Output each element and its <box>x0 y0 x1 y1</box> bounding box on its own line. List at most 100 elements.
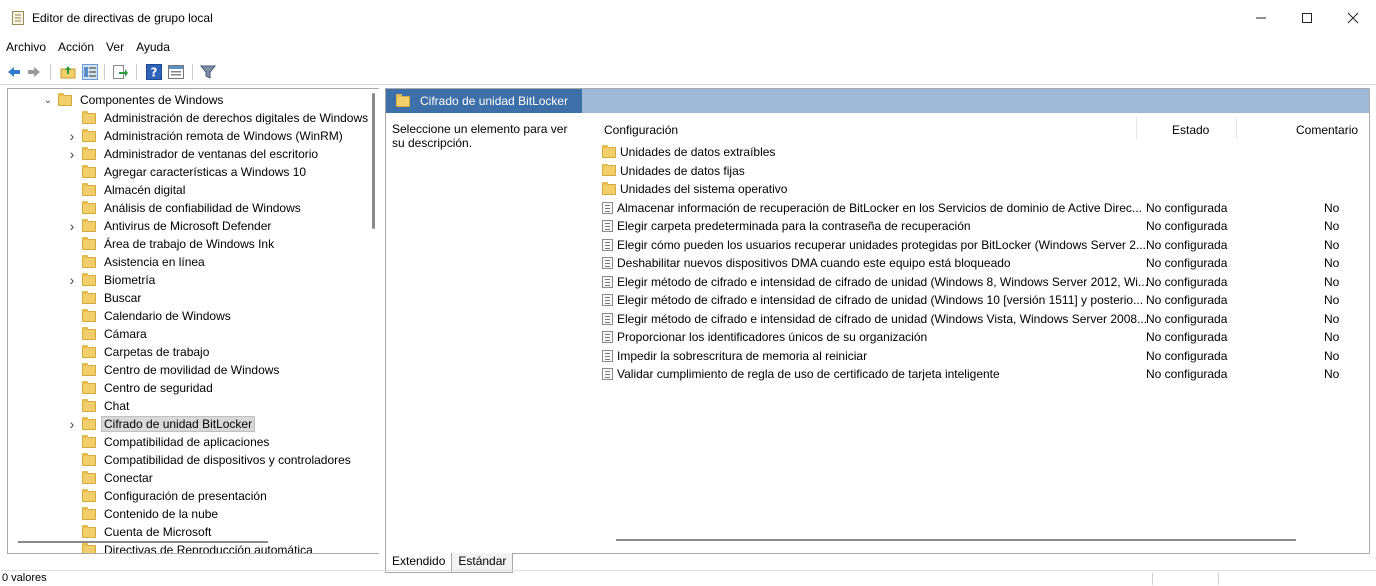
gpedit-app-icon <box>12 11 24 25</box>
details-header-title: Cifrado de unidad BitLocker <box>386 89 582 113</box>
setting-name: Almacenar información de recuperación de… <box>617 200 1142 215</box>
close-button[interactable] <box>1330 0 1376 36</box>
setting-state: No configurada <box>1146 348 1228 363</box>
minimize-button[interactable] <box>1238 0 1284 36</box>
chevron-right-icon[interactable]: › <box>66 416 78 432</box>
menu-ver[interactable]: Ver <box>100 38 130 58</box>
setting-comment: No <box>1324 256 1340 270</box>
column-header-setting[interactable]: Configuración <box>604 123 678 137</box>
setting-state: No configurada <box>1146 200 1228 215</box>
tree-item[interactable]: Conectar <box>66 469 155 487</box>
setting-row[interactable]: Elegir método de cifrado e intensidad de… <box>602 273 1368 291</box>
setting-row[interactable]: Deshabilitar nuevos dispositivos DMA cua… <box>602 254 1368 272</box>
setting-row[interactable]: Elegir método de cifrado e intensidad de… <box>602 291 1368 309</box>
horizontal-scrollbar[interactable] <box>616 539 1296 541</box>
setting-row[interactable]: Proporcionar los identificadores únicos … <box>602 328 1368 346</box>
chevron-right-icon[interactable]: › <box>66 218 78 234</box>
tree-item-label: Calendario de Windows <box>104 309 231 323</box>
tree-item-label: Antivirus de Microsoft Defender <box>104 219 272 233</box>
folder-icon <box>82 290 96 304</box>
tree-item[interactable]: Buscar <box>66 289 143 307</box>
status-text: 0 valores <box>2 572 47 584</box>
tree-item[interactable]: › Administración remota de Windows (WinRM… <box>66 127 345 145</box>
menu-ayuda[interactable]: Ayuda <box>130 38 176 58</box>
tree-item[interactable]: Asistencia en línea <box>66 253 207 271</box>
window-title: Editor de directivas de grupo local <box>32 11 213 25</box>
folder-icon <box>82 272 96 286</box>
export-list-icon[interactable] <box>112 64 128 80</box>
tree-item[interactable]: Compatibilidad de dispositivos y control… <box>66 451 353 469</box>
tree-item[interactable]: › Antivirus de Microsoft Defender <box>66 217 273 235</box>
folder-row[interactable]: Unidades del sistema operativo <box>602 180 1368 198</box>
menu-archivo[interactable]: Archivo <box>0 38 52 58</box>
tree-item[interactable]: Calendario de Windows <box>66 307 233 325</box>
setting-name: Validar cumplimiento de regla de uso de … <box>617 367 1000 381</box>
tree-item[interactable]: Centro de seguridad <box>66 379 215 397</box>
maximize-button[interactable] <box>1284 0 1330 36</box>
tree-item[interactable]: Cámara <box>66 325 149 343</box>
tree-item-label: Compatibilidad de aplicaciones <box>104 435 270 449</box>
folder-icon <box>82 434 96 448</box>
policy-setting-icon <box>602 201 613 214</box>
folder-icon <box>82 200 96 214</box>
vertical-scrollbar[interactable] <box>372 93 375 229</box>
chevron-right-icon[interactable]: › <box>66 128 78 144</box>
setting-row[interactable]: Almacenar información de recuperación de… <box>602 199 1368 217</box>
column-header-comment[interactable]: Comentario <box>1296 123 1358 137</box>
setting-row-name: Elegir método de cifrado e intensidad de… <box>602 275 1148 289</box>
tree-item[interactable]: › Cifrado de unidad BitLocker <box>66 415 256 433</box>
menu-accion[interactable]: Acción <box>52 38 100 58</box>
tree-item[interactable]: Chat <box>66 397 131 415</box>
show-hide-tree-icon[interactable] <box>82 64 98 80</box>
folder-icon <box>82 470 96 484</box>
back-arrow-icon[interactable] <box>6 64 22 80</box>
tree-item[interactable]: Contenido de la nube <box>66 505 220 523</box>
setting-state: No configurada <box>1146 293 1228 307</box>
folder-row[interactable]: Unidades de datos extraíbles <box>602 143 1368 161</box>
folder-icon <box>82 254 96 268</box>
setting-row[interactable]: Validar cumplimiento de regla de uso de … <box>602 365 1368 383</box>
tree-item[interactable]: Carpetas de trabajo <box>66 343 211 361</box>
tree-item[interactable]: Centro de movilidad de Windows <box>66 361 281 379</box>
setting-row-name: Proporcionar los identificadores únicos … <box>602 330 927 344</box>
tree-item-label: Administración remota de Windows (WinRM) <box>104 129 343 143</box>
setting-row[interactable]: Impedir la sobrescritura de memoria al r… <box>602 347 1368 365</box>
up-folder-icon[interactable] <box>60 64 76 80</box>
status-divider <box>1152 573 1153 585</box>
svg-text:?: ? <box>151 66 158 80</box>
column-divider[interactable] <box>1236 117 1237 139</box>
menu-bar: Archivo Acción Ver Ayuda <box>0 38 1376 58</box>
help-icon[interactable]: ? <box>146 64 162 80</box>
chevron-down-icon[interactable]: ⌄ <box>42 95 54 106</box>
tree-item[interactable]: Análisis de confiabilidad de Windows <box>66 199 303 217</box>
setting-row[interactable]: Elegir cómo pueden los usuarios recupera… <box>602 236 1368 254</box>
setting-comment: No <box>1324 348 1340 363</box>
setting-row[interactable]: Elegir carpeta predeterminada para la co… <box>602 217 1368 235</box>
toolbar-separator <box>136 64 137 80</box>
tree-item-label: Administración de derechos digitales de … <box>104 111 369 125</box>
tree-item[interactable]: Almacén digital <box>66 181 187 199</box>
tree-item[interactable]: Cuenta de Microsoft <box>66 523 213 541</box>
tree-item[interactable]: Compatibilidad de aplicaciones <box>66 433 271 451</box>
column-divider[interactable] <box>1136 117 1137 139</box>
tree-item[interactable]: › Administrador de ventanas del escritori… <box>66 145 320 163</box>
tree-item-label: Centro de seguridad <box>104 381 213 395</box>
tree-item[interactable]: › Biometría <box>66 271 157 289</box>
setting-state: No configurada <box>1146 311 1228 326</box>
tree-item[interactable]: ⌄ Componentes de Windows <box>42 91 225 109</box>
filter-icon[interactable] <box>200 64 216 80</box>
tree-item[interactable]: Configuración de presentación <box>66 487 269 505</box>
chevron-right-icon[interactable]: › <box>66 272 78 288</box>
policy-setting-icon <box>602 220 613 232</box>
horizontal-scrollbar[interactable] <box>18 541 268 543</box>
chevron-right-icon[interactable]: › <box>66 146 78 162</box>
tree-item[interactable]: Agregar características a Windows 10 <box>66 163 308 181</box>
properties-icon[interactable] <box>168 64 184 80</box>
tree-item[interactable]: Administración de derechos digitales de … <box>66 109 370 127</box>
setting-row[interactable]: Elegir método de cifrado e intensidad de… <box>602 310 1368 328</box>
forward-arrow-icon[interactable] <box>26 64 42 80</box>
folder-icon <box>82 146 96 160</box>
tree-item[interactable]: Área de trabajo de Windows Ink <box>66 235 276 253</box>
folder-row[interactable]: Unidades de datos fijas <box>602 162 1368 180</box>
column-header-state[interactable]: Estado <box>1172 123 1209 137</box>
